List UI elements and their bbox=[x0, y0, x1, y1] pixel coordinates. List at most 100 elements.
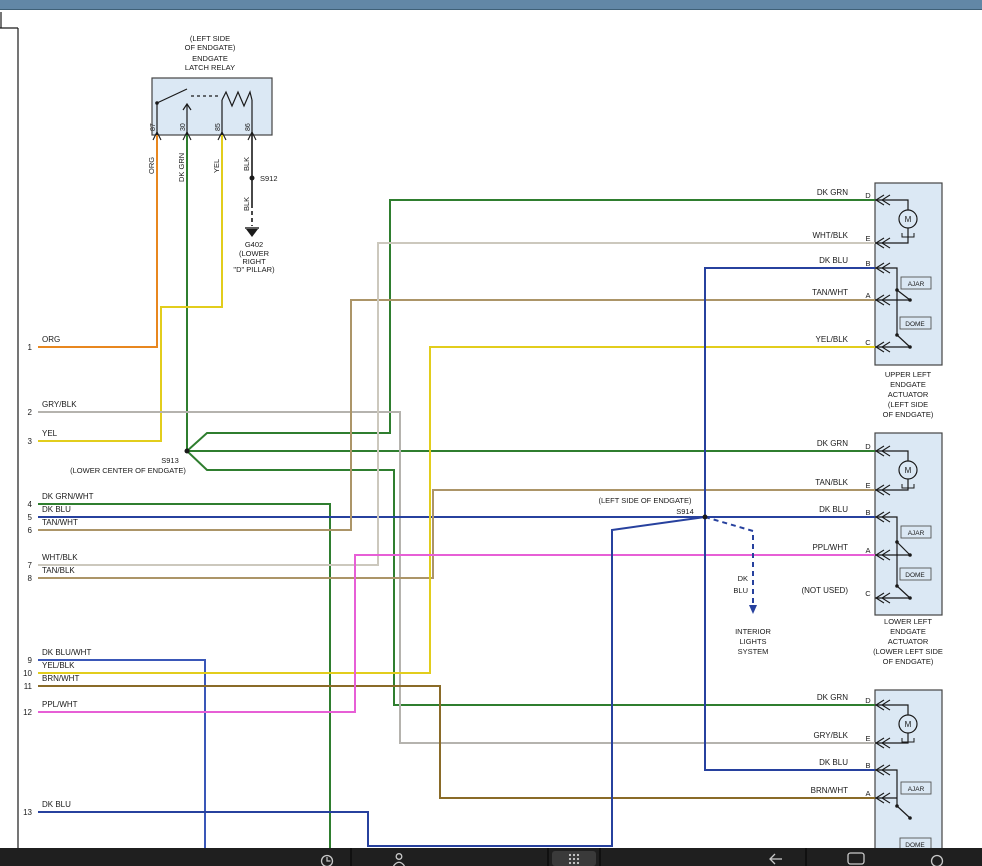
chat-bubble[interactable] bbox=[848, 853, 864, 864]
middle-pin-a: A bbox=[865, 546, 870, 555]
switch-dot bbox=[895, 584, 899, 588]
user-head[interactable] bbox=[396, 854, 402, 860]
upper-caption-4: (LEFT SIDE bbox=[888, 400, 928, 409]
middle-pin-a-color: PPL/WHT bbox=[812, 543, 848, 552]
bottom-pin-a-color: BRN/WHT bbox=[811, 786, 848, 795]
wire-label-blk-2: BLK bbox=[242, 197, 251, 211]
switch-dot bbox=[908, 553, 912, 557]
clock-hands[interactable] bbox=[327, 857, 331, 861]
history-icon[interactable] bbox=[932, 856, 943, 866]
grid-dot[interactable] bbox=[569, 858, 571, 860]
clock-icon[interactable] bbox=[322, 856, 333, 866]
upper-pin-b-color: DK BLU bbox=[819, 256, 848, 265]
yel-wire bbox=[38, 135, 222, 441]
endgate-latch-relay-box bbox=[152, 78, 272, 135]
row-6-num: 6 bbox=[28, 526, 33, 535]
bottom-ajar-label: AJAR bbox=[908, 786, 925, 793]
relay-pin-30: 30 bbox=[180, 123, 187, 131]
taskbar bbox=[0, 848, 982, 866]
org-wire bbox=[38, 135, 157, 347]
row-7-num: 7 bbox=[28, 561, 33, 570]
chat-icon[interactable] bbox=[848, 853, 864, 864]
row-13-label: DK BLU bbox=[42, 800, 71, 809]
relay-name-1: ENDGATE bbox=[192, 54, 228, 63]
app-grid-icon[interactable] bbox=[552, 851, 596, 866]
dk-blu-s914-upper bbox=[705, 268, 875, 517]
splice-s912-label: S912 bbox=[260, 174, 278, 183]
bottom-pin-b-color: DK BLU bbox=[819, 758, 848, 767]
upper-motor-m: M bbox=[905, 215, 912, 224]
row-8-num: 8 bbox=[28, 574, 33, 583]
row-3-label: YEL bbox=[42, 429, 58, 438]
switch-dot bbox=[908, 816, 912, 820]
switch-dot bbox=[895, 288, 899, 292]
middle-pin-e-color: TAN/BLK bbox=[815, 478, 848, 487]
grid-dot[interactable] bbox=[573, 858, 575, 860]
switch-dot bbox=[895, 804, 899, 808]
user-shoulders[interactable] bbox=[394, 862, 405, 866]
yel-blk-wire bbox=[38, 347, 875, 673]
splice-s914-location: (LEFT SIDE OF ENDGATE) bbox=[598, 496, 692, 505]
user-icon[interactable] bbox=[394, 854, 405, 866]
interior-lights-1: INTERIOR bbox=[735, 627, 771, 636]
upper-pin-e: E bbox=[865, 234, 870, 243]
row-11-label: BRN/WHT bbox=[42, 674, 79, 683]
grid-dot[interactable] bbox=[577, 854, 579, 856]
wiring-diagram-page: (LEFT SIDEOF ENDGATE)ENDGATELATCH RELAY8… bbox=[0, 0, 982, 866]
upper-caption-3: ACTUATOR bbox=[888, 390, 929, 399]
ground-g402: G402 bbox=[245, 240, 263, 249]
grid-dot[interactable] bbox=[577, 862, 579, 864]
row-1-label: ORG bbox=[42, 335, 60, 344]
endgate-latch-wiring-diagram: (LEFT SIDEOF ENDGATE)ENDGATELATCH RELAY8… bbox=[0, 0, 982, 866]
interior-lights-3: SYSTEM bbox=[738, 647, 769, 656]
wire-label-dk-grn: DK GRN bbox=[177, 153, 186, 182]
grid-dot[interactable] bbox=[569, 854, 571, 856]
splice-s913-location: (LOWER CENTER OF ENDGATE) bbox=[70, 466, 186, 475]
wire-label-blk: BLK bbox=[242, 157, 251, 171]
wire-label-yel: YEL bbox=[212, 159, 221, 173]
middle-motor-m: M bbox=[905, 466, 912, 475]
grid-dot[interactable] bbox=[577, 858, 579, 860]
bottom-pin-a: A bbox=[865, 789, 870, 798]
row-4-label: DK GRN/WHT bbox=[42, 492, 94, 501]
middle-caption-4: (LOWER LEFT SIDE bbox=[873, 647, 943, 656]
switch-dot bbox=[908, 298, 912, 302]
middle-caption-3: ACTUATOR bbox=[888, 637, 929, 646]
grid-dot[interactable] bbox=[569, 862, 571, 864]
middle-pin-c-color: (NOT USED) bbox=[801, 586, 848, 595]
row-9-label: DK BLU/WHT bbox=[42, 648, 91, 657]
bottom-pin-e: E bbox=[865, 734, 870, 743]
grid-dot[interactable] bbox=[573, 862, 575, 864]
relay-location-2: OF ENDGATE) bbox=[185, 43, 236, 52]
bottom-pin-d-color: DK GRN bbox=[817, 693, 848, 702]
grid-dot[interactable] bbox=[573, 854, 575, 856]
row-6-label: TAN/WHT bbox=[42, 518, 78, 527]
row-1-num: 1 bbox=[28, 343, 33, 352]
upper-pin-a-color: TAN/WHT bbox=[812, 288, 848, 297]
row-3-num: 3 bbox=[28, 437, 33, 446]
row-10-label: YEL/BLK bbox=[42, 661, 75, 670]
splice-s912-dot bbox=[250, 176, 255, 181]
splice-s913-label: S913 bbox=[161, 456, 179, 465]
middle-pin-c: C bbox=[865, 589, 871, 598]
row-13-num: 13 bbox=[23, 808, 32, 817]
history-icon[interactable] bbox=[932, 856, 943, 866]
interior-lights-2: LIGHTS bbox=[739, 637, 766, 646]
upper-caption-2: ENDGATE bbox=[890, 380, 926, 389]
upper-pin-c-color: YEL/BLK bbox=[816, 335, 849, 344]
middle-pin-b: B bbox=[865, 508, 870, 517]
upper-pin-d: D bbox=[865, 191, 871, 200]
back-arrow-icon[interactable] bbox=[770, 854, 782, 864]
switch-dot bbox=[895, 333, 899, 337]
row-2-label: GRY/BLK bbox=[42, 400, 77, 409]
splice-s913-dot bbox=[185, 449, 190, 454]
interior-wire-label-1: DK bbox=[738, 574, 748, 583]
tan-wht-wire bbox=[38, 300, 875, 530]
upper-pin-c: C bbox=[865, 338, 871, 347]
row-8-label: TAN/BLK bbox=[42, 566, 75, 575]
switch-dot bbox=[895, 540, 899, 544]
middle-caption-2: ENDGATE bbox=[890, 627, 926, 636]
relay-location-1: (LEFT SIDE bbox=[190, 34, 230, 43]
interior-lights-arrowhead bbox=[749, 605, 757, 614]
upper-dome-label: DOME bbox=[905, 321, 925, 328]
